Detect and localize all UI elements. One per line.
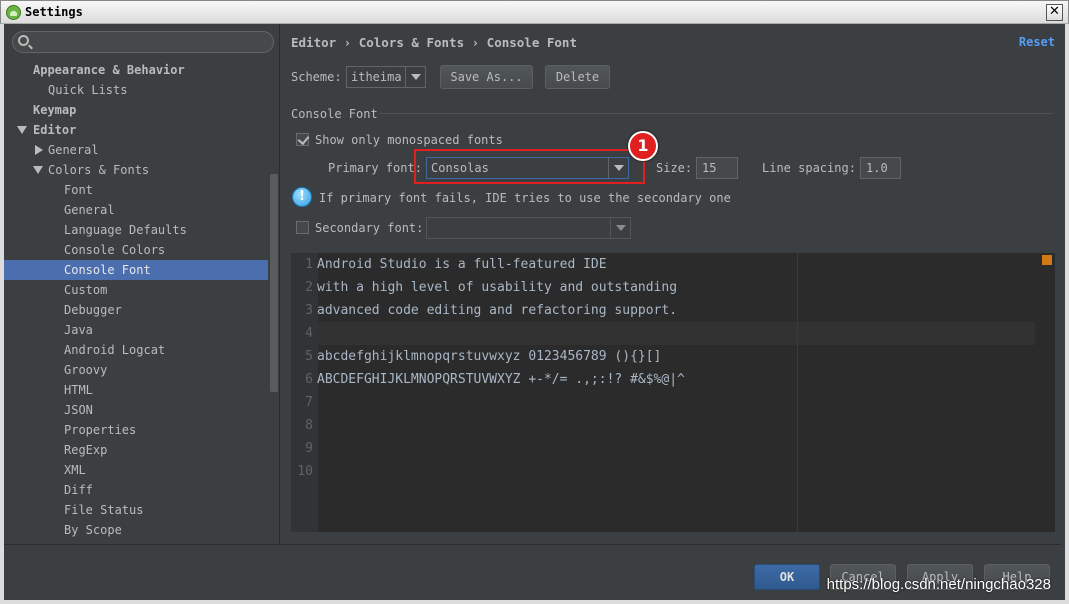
sidebar-item-custom[interactable]: Custom [4, 280, 268, 300]
annotation-badge: 1 [628, 131, 658, 161]
line-number: 5 [305, 349, 313, 364]
sidebar-item-json[interactable]: JSON [4, 400, 268, 420]
info-text: If primary font fails, IDE tries to use … [319, 191, 731, 205]
annotation-box [414, 149, 645, 184]
info-icon [292, 187, 312, 207]
show-mono-label: Show only monospaced fonts [315, 133, 503, 147]
settings-tree: Appearance & Behavior Quick Lists Keymap… [4, 60, 268, 540]
secondary-font-select[interactable] [426, 217, 631, 239]
line-number: 1 [305, 257, 313, 272]
sidebar-item-general-colors[interactable]: General [4, 200, 268, 220]
scheme-value: itheima [351, 70, 402, 84]
breadcrumb: Editor › Colors & Fonts › Console Font [291, 35, 577, 50]
line-number: 9 [305, 441, 313, 456]
line-spacing-input[interactable]: 1.0 [860, 157, 901, 179]
line-number: 7 [305, 395, 313, 410]
settings-sidebar: Appearance & Behavior Quick Lists Keymap… [4, 24, 280, 544]
settings-content: Editor › Colors & Fonts › Console Font R… [281, 24, 1061, 544]
scheme-select[interactable]: itheima [346, 66, 426, 88]
size-input[interactable]: 15 [696, 157, 738, 179]
chevron-right-icon[interactable] [35, 145, 43, 155]
delete-button[interactable]: Delete [545, 65, 610, 89]
sidebar-item-file-status[interactable]: File Status [4, 500, 268, 520]
code-line: ABCDEFGHIJKLMNOPQRSTUVWXYZ +-*/= .,;:!? … [317, 372, 685, 387]
sidebar-item-editor[interactable]: Editor [4, 120, 268, 140]
font-preview-editor[interactable]: 1 Android Studio is a full-featured IDE … [291, 253, 1055, 532]
android-studio-icon [6, 5, 21, 20]
primary-font-label: Primary font: [328, 161, 422, 175]
chevron-down-icon [405, 67, 425, 87]
show-mono-checkbox[interactable] [296, 133, 309, 146]
scheme-label: Scheme: [291, 70, 342, 84]
sidebar-item-java[interactable]: Java [4, 320, 268, 340]
sidebar-item-language-defaults[interactable]: Language Defaults [4, 220, 268, 240]
search-input[interactable] [12, 31, 274, 53]
chevron-down-icon[interactable] [17, 126, 27, 134]
right-margin-guide [797, 253, 798, 532]
size-label: Size: [656, 161, 693, 175]
line-spacing-label: Line spacing: [762, 161, 856, 175]
sidebar-item-colors-fonts[interactable]: Colors & Fonts [4, 160, 268, 180]
sidebar-item-debugger[interactable]: Debugger [4, 300, 268, 320]
sidebar-item-quick-lists[interactable]: Quick Lists [4, 80, 268, 100]
line-number: 4 [305, 326, 313, 341]
sidebar-item-regexp[interactable]: RegExp [4, 440, 268, 460]
sidebar-item-diff[interactable]: Diff [4, 480, 268, 500]
sidebar-item-html[interactable]: HTML [4, 380, 268, 400]
sidebar-item-appearance[interactable]: Appearance & Behavior [4, 60, 268, 80]
sidebar-item-general[interactable]: General [4, 140, 268, 160]
chevron-down-icon [610, 218, 630, 238]
code-line: advanced code editing and refactoring su… [317, 303, 678, 318]
sidebar-scrollbar[interactable] [270, 174, 278, 392]
line-number: 6 [305, 372, 313, 387]
sidebar-item-xml[interactable]: XML [4, 460, 268, 480]
ok-button[interactable]: OK [754, 564, 820, 590]
line-number: 3 [305, 303, 313, 318]
secondary-font-label: Secondary font: [315, 221, 424, 235]
sidebar-item-font[interactable]: Font [4, 180, 268, 200]
sidebar-item-console-font[interactable]: Console Font [4, 260, 268, 280]
watermark: https://blog.csdn.net/ningchao328 [826, 576, 1051, 593]
save-as-button[interactable]: Save As... [440, 65, 533, 89]
line-number: 8 [305, 418, 313, 433]
search-icon [18, 35, 29, 46]
sidebar-item-groovy[interactable]: Groovy [4, 360, 268, 380]
chevron-down-icon[interactable] [33, 166, 43, 174]
code-line: with a high level of usability and outst… [317, 280, 678, 295]
caret-line-highlight [318, 322, 1035, 345]
section-title: Console Font [291, 107, 378, 121]
sidebar-item-properties[interactable]: Properties [4, 420, 268, 440]
reset-link[interactable]: Reset [1019, 35, 1055, 49]
window-title: Settings [25, 5, 83, 19]
sidebar-item-keymap[interactable]: Keymap [4, 100, 268, 120]
sidebar-item-by-scope[interactable]: By Scope [4, 520, 268, 540]
section-divider [380, 113, 1053, 114]
dialog-footer: OK Cancel Apply Help https://blog.csdn.n… [4, 544, 1061, 600]
error-stripe-marker[interactable] [1042, 255, 1052, 265]
secondary-font-checkbox[interactable] [296, 221, 309, 234]
line-number: 10 [297, 464, 313, 479]
sidebar-item-android-logcat[interactable]: Android Logcat [4, 340, 268, 360]
code-line: abcdefghijklmnopqrstuvwxyz 0123456789 ()… [317, 349, 662, 364]
close-button[interactable]: ✕ [1046, 4, 1063, 21]
code-line: Android Studio is a full-featured IDE [317, 257, 607, 272]
sidebar-item-console-colors[interactable]: Console Colors [4, 240, 268, 260]
line-number: 2 [305, 280, 313, 295]
title-bar: Settings ✕ [0, 0, 1069, 24]
